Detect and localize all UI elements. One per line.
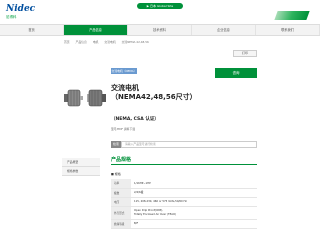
breadcrumb: 首页 产品信息 电机 交流电机 交流NEMA 42,48,56	[64, 40, 149, 44]
inquiry-button[interactable]: 咨询	[215, 68, 257, 78]
product-image	[64, 89, 106, 107]
brand-name: Nidec	[6, 4, 36, 14]
spec-key: 极数	[111, 188, 131, 198]
print-button[interactable]: 打印	[233, 50, 257, 57]
table-row: 电压 115, 208-230, 460 or 575 Volts,50/60 …	[111, 197, 257, 207]
spec-value: Open Drip Proof(ODP), Totally Enclosed A…	[131, 206, 257, 220]
section-title: 产品规格	[111, 157, 132, 163]
certification-text: （NEMA, CSA 认证）	[111, 117, 159, 122]
breadcrumb-item[interactable]: 电机	[93, 40, 99, 44]
download-note[interactable]: 型号/PDF 资料下载	[111, 127, 135, 131]
table-row: 功率 1/16HP~1HP	[111, 179, 257, 189]
model-search: 检索 请输入产品型号进行检索	[111, 141, 257, 148]
spec-value: 2/4/6极	[131, 188, 257, 198]
sidebar-item-overview[interactable]: 产品概要	[62, 158, 100, 167]
spec-key: 绝缘等级	[111, 219, 131, 229]
spec-value: 115, 208-230, 460 or 575 Volts,50/60 Hz	[131, 197, 257, 207]
nav-item-company[interactable]: 企业信息	[192, 25, 256, 35]
page-sidebar: 产品概要 规格参数	[62, 158, 100, 176]
nidec-logo[interactable]: Nidec 尼得科	[6, 5, 35, 20]
main-nav: 首页 产品信息 技术资料 企业信息 联系我们	[0, 24, 320, 36]
motor-right-icon	[87, 89, 106, 107]
category-tag[interactable]: 交流电机（NEMA）	[111, 68, 137, 74]
nav-item-products[interactable]: 产品信息	[64, 25, 128, 35]
spec-subtitle: ■ 规格	[111, 172, 121, 176]
nav-item-contact[interactable]: 联系我们	[256, 25, 320, 35]
breadcrumb-current: 交流NEMA 42,48,56	[121, 40, 149, 44]
header-banner	[274, 11, 310, 20]
breadcrumb-item[interactable]: 首页	[64, 40, 70, 44]
page-title: 交流电机 （NEMA42,48,56尺寸）	[111, 84, 197, 102]
sidebar-item-specs[interactable]: 规格参数	[62, 167, 100, 176]
title-line-2: （NEMA42,48,56尺寸）	[111, 93, 197, 101]
motor-left-icon	[64, 89, 83, 107]
title-line-1: 交流电机	[111, 84, 139, 92]
spec-key: 功率	[111, 179, 131, 189]
table-row: 外壳形式 Open Drip Proof(ODP), Totally Enclo…	[111, 206, 257, 220]
breadcrumb-item[interactable]: 产品信息	[76, 40, 87, 44]
nav-item-home[interactable]: 首页	[0, 25, 64, 35]
section-divider	[111, 164, 257, 165]
brand-sub: 尼得科	[6, 15, 17, 19]
spec-key: 电压	[111, 197, 131, 207]
table-row: 极数 2/4/6极	[111, 188, 257, 198]
global-site-link[interactable]: ▶ 日本 Global Site	[137, 3, 183, 9]
nav-item-technical[interactable]: 技术资料	[128, 25, 192, 35]
spec-value: 1/16HP~1HP	[131, 179, 257, 189]
search-input[interactable]: 请输入产品型号进行检索	[121, 141, 257, 148]
spec-value: B/F	[131, 219, 257, 229]
search-label[interactable]: 检索	[111, 141, 121, 148]
spec-table: 功率 1/16HP~1HP 极数 2/4/6极 电压 115, 208-230,…	[111, 179, 257, 229]
spec-key: 外壳形式	[111, 206, 131, 220]
breadcrumb-item[interactable]: 交流电机	[104, 40, 115, 44]
table-row: 绝缘等级 B/F	[111, 219, 257, 229]
